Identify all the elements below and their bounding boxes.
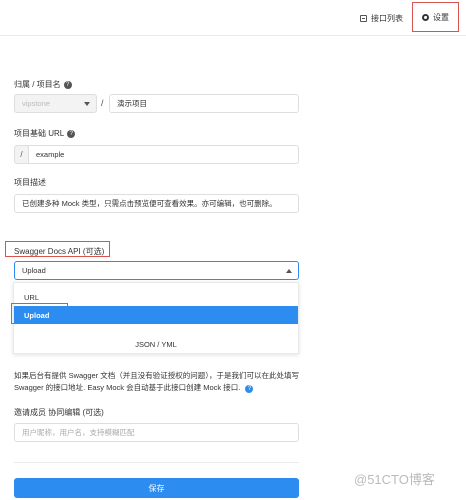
base-url-value: example bbox=[36, 150, 65, 159]
owner-label-row: 归属 / 项目名 ? bbox=[14, 79, 72, 90]
help-icon[interactable]: ? bbox=[63, 80, 72, 89]
tab-settings-label: 设置 bbox=[433, 12, 449, 22]
document-icon bbox=[360, 14, 367, 22]
owner-select-value: vipstone bbox=[22, 99, 50, 108]
base-url-prefix: / bbox=[14, 145, 28, 164]
description-value: 已创建多种 Mock 类型，只需点击预览便可查看效果。亦可编辑，也可删除。 bbox=[22, 199, 277, 208]
help-icon[interactable]: ? bbox=[67, 129, 76, 138]
owner-label: 归属 / 项目名 bbox=[14, 80, 61, 89]
owner-separator: / bbox=[101, 98, 104, 108]
help-text: 如果后台有提供 Swagger 文档（并且没有验证授权的问题），于是我们可以在此… bbox=[14, 371, 300, 392]
swagger-label: Swagger Docs API (可选) bbox=[14, 247, 105, 256]
members-label-row: 邀请成员 协同编辑 (可选) bbox=[14, 407, 104, 418]
desc-label: 项目描述 bbox=[14, 178, 46, 187]
description-input[interactable]: 已创建多种 Mock 类型，只需点击预览便可查看效果。亦可编辑，也可删除。 bbox=[14, 194, 299, 213]
project-name-input[interactable]: 演示项目 bbox=[109, 94, 299, 113]
chevron-down-icon bbox=[84, 102, 90, 106]
swagger-label-row: Swagger Docs API (可选) bbox=[14, 246, 104, 257]
owner-select: vipstone bbox=[14, 94, 97, 113]
base-url-label: 项目基础 URL bbox=[14, 129, 65, 138]
base-url-label-row: 项目基础 URL ? bbox=[14, 128, 76, 139]
swagger-select-value: Upload bbox=[22, 266, 46, 275]
desc-label-row: 项目描述 bbox=[14, 177, 46, 188]
chevron-up-icon bbox=[286, 269, 292, 273]
save-button[interactable]: 保存 bbox=[14, 478, 299, 498]
watermark: @51CTO博客 bbox=[354, 472, 435, 487]
swagger-help-text: 如果后台有提供 Swagger 文档（并且没有验证授权的问题），于是我们可以在此… bbox=[14, 370, 304, 394]
gear-icon bbox=[422, 13, 429, 21]
tab-api-list[interactable]: 接口列表 bbox=[360, 5, 403, 31]
base-url-input[interactable]: example bbox=[28, 145, 299, 164]
tab-settings[interactable]: 设置 bbox=[412, 2, 459, 32]
divider bbox=[14, 462, 299, 463]
members-placeholder: 用户昵称，用户名，支持模糊匹配 bbox=[22, 428, 135, 437]
members-label: 邀请成员 协同编辑 (可选) bbox=[14, 408, 104, 417]
top-bar: 接口列表 设置 bbox=[0, 0, 466, 36]
tab-api-list-label: 接口列表 bbox=[371, 13, 403, 23]
members-input[interactable]: 用户昵称，用户名，支持模糊匹配 bbox=[14, 423, 299, 442]
highlight-box-upload bbox=[11, 303, 68, 324]
project-name-value: 演示项目 bbox=[117, 99, 147, 108]
swagger-select[interactable]: Upload bbox=[14, 261, 299, 280]
option-json-yml[interactable]: JSON / YML bbox=[14, 335, 298, 353]
help-icon[interactable]: ? bbox=[245, 385, 254, 393]
